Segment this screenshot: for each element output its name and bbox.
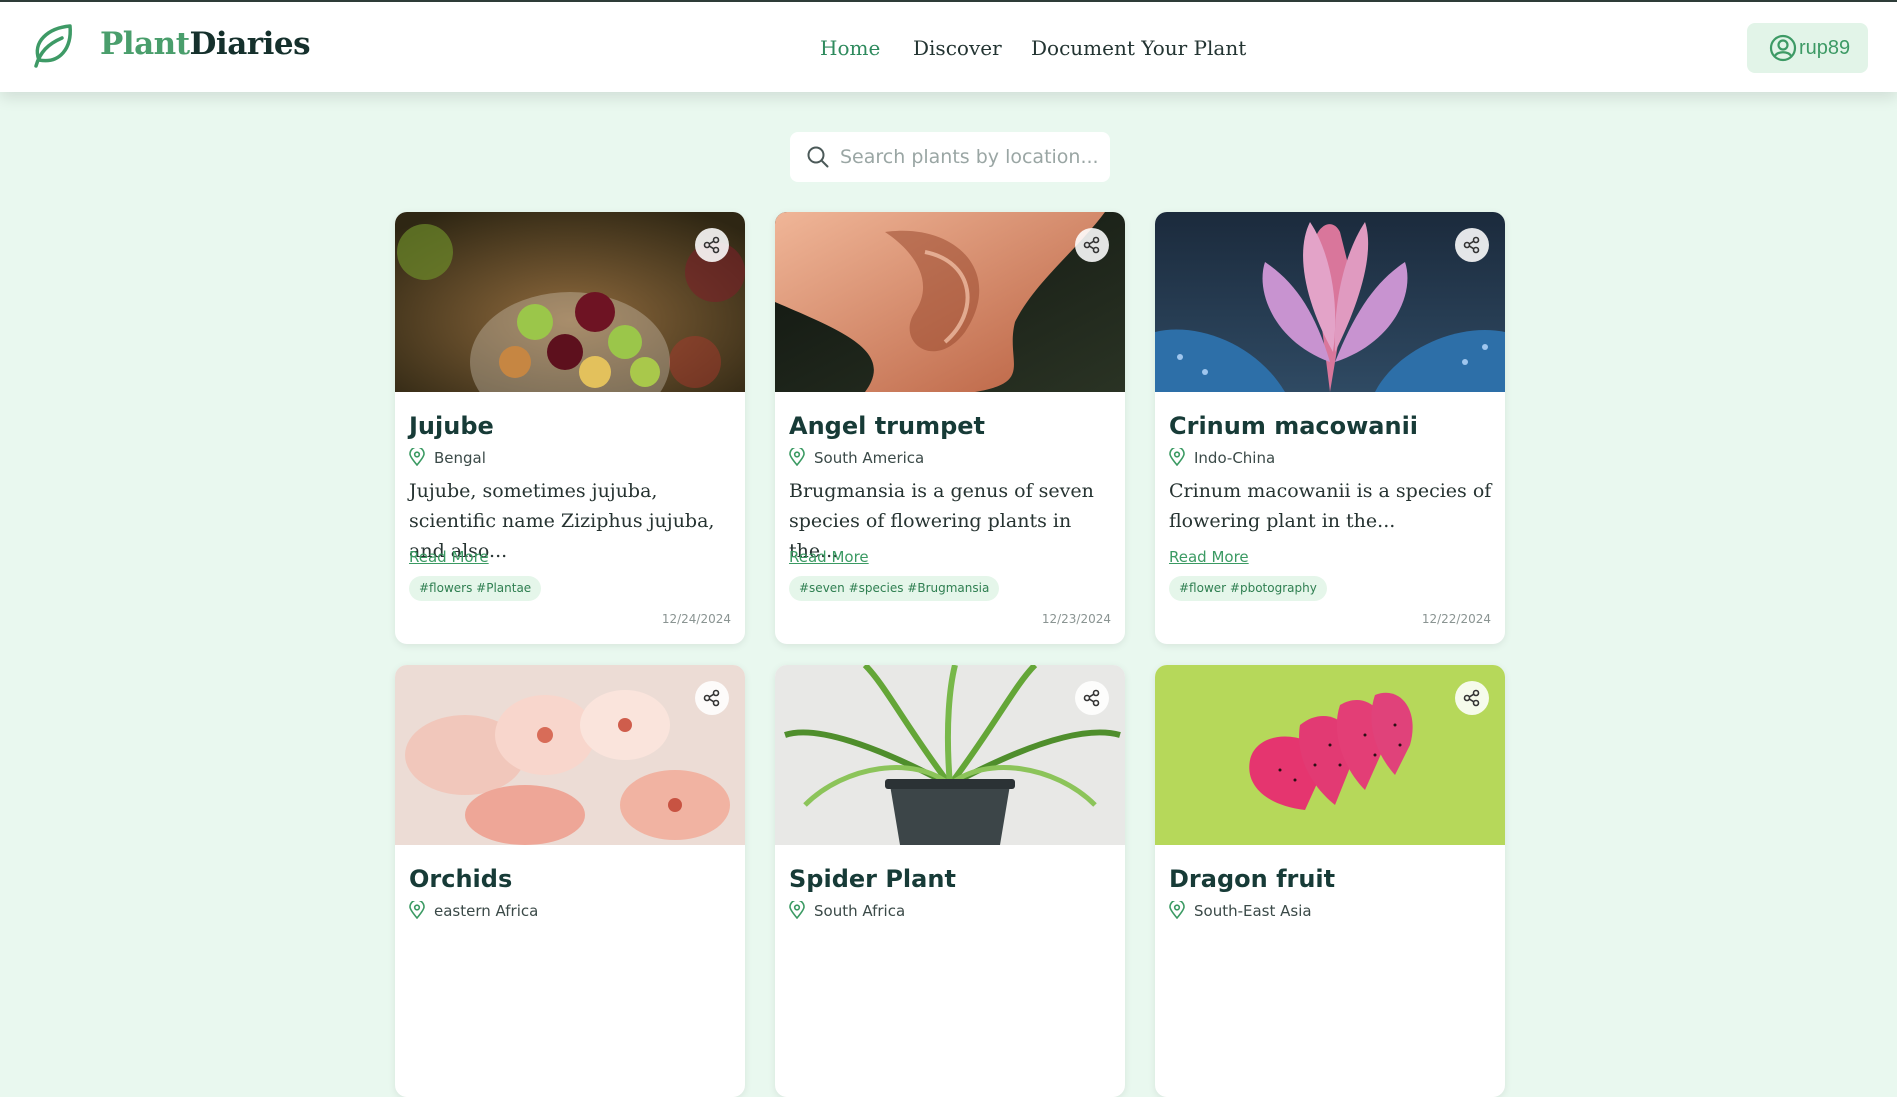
search-icon (807, 146, 829, 168)
map-pin-icon (789, 448, 805, 466)
plant-card[interactable]: Spider Plant South Africa (775, 665, 1125, 1097)
nav-document-your-plant[interactable]: Document Your Plant (1031, 36, 1246, 60)
share-icon (1083, 236, 1100, 254)
plant-title: Crinum macowanii (1169, 412, 1419, 440)
map-pin-icon (1169, 901, 1185, 919)
plant-card[interactable]: Jujube Bengal Jujube, sometimes jujuba, … (395, 212, 745, 644)
map-pin-icon (409, 448, 425, 466)
tag-badge[interactable]: #flowers #Plantae (409, 576, 542, 601)
post-date: 12/24/2024 (661, 612, 731, 626)
plant-title: Angel trumpet (789, 412, 986, 440)
plant-title: Spider Plant (789, 865, 956, 893)
plant-description: Crinum macowanii is a species of floweri… (1169, 480, 1492, 532)
share-icon (703, 689, 720, 707)
share-icon (1463, 236, 1480, 254)
share-button[interactable] (1075, 228, 1109, 262)
share-button[interactable] (695, 228, 729, 262)
plant-card[interactable]: Dragon fruit South-East Asia (1155, 665, 1505, 1097)
nav-home[interactable]: Home (820, 36, 880, 60)
share-icon (1083, 689, 1100, 707)
plant-image (395, 212, 745, 392)
read-more-link[interactable]: Read More (1169, 548, 1249, 566)
plant-title: Dragon fruit (1169, 865, 1336, 893)
map-pin-icon (409, 901, 425, 919)
map-pin-icon (789, 901, 805, 919)
plant-card[interactable]: Angel trumpet South America Brugmansia i… (775, 212, 1125, 644)
plant-image (775, 665, 1125, 845)
plant-image (1155, 665, 1505, 845)
read-more-link[interactable]: Read More (409, 548, 489, 566)
plant-title: Jujube (409, 412, 494, 440)
brand-logo-text[interactable]: PlantDiaries (100, 26, 311, 62)
search-box (790, 132, 1110, 182)
user-circle-icon (1769, 34, 1797, 62)
tag-badge[interactable]: #flower #pbotography (1169, 576, 1327, 601)
brand-part-2: Diaries (189, 26, 311, 62)
nav-discover[interactable]: Discover (913, 36, 1002, 60)
plant-title: Orchids (409, 865, 513, 893)
location-label: Indo-China (1194, 449, 1276, 467)
read-more-link[interactable]: Read More (789, 548, 869, 566)
location-label: Bengal (434, 449, 486, 467)
top-navbar: PlantDiaries Home Discover Document Your… (0, 2, 1897, 92)
user-profile-button[interactable]: rup89 (1747, 23, 1868, 73)
location-label: South-East Asia (1194, 902, 1312, 920)
share-icon (1463, 689, 1480, 707)
plant-image (1155, 212, 1505, 392)
share-button[interactable] (1075, 681, 1109, 715)
share-button[interactable] (695, 681, 729, 715)
leaf-icon[interactable] (30, 22, 78, 70)
plant-image (775, 212, 1125, 392)
plant-card[interactable]: Crinum macowanii Indo-China Crinum macow… (1155, 212, 1505, 644)
post-date: 12/22/2024 (1421, 612, 1491, 626)
map-pin-icon (1169, 448, 1185, 466)
post-date: 12/23/2024 (1041, 612, 1111, 626)
brand-part-1: Plant (100, 26, 190, 62)
share-button[interactable] (1455, 681, 1489, 715)
share-icon (703, 236, 720, 254)
plant-image (395, 665, 745, 845)
share-button[interactable] (1455, 228, 1489, 262)
tag-badge[interactable]: #seven #species #Brugmansia (789, 576, 1000, 601)
username: rup89 (1799, 37, 1851, 59)
location-label: eastern Africa (434, 902, 539, 920)
location-label: South America (814, 449, 925, 467)
plant-card[interactable]: Orchids eastern Africa (395, 665, 745, 1097)
search-input[interactable] (838, 141, 1102, 173)
location-label: South Africa (814, 902, 906, 920)
